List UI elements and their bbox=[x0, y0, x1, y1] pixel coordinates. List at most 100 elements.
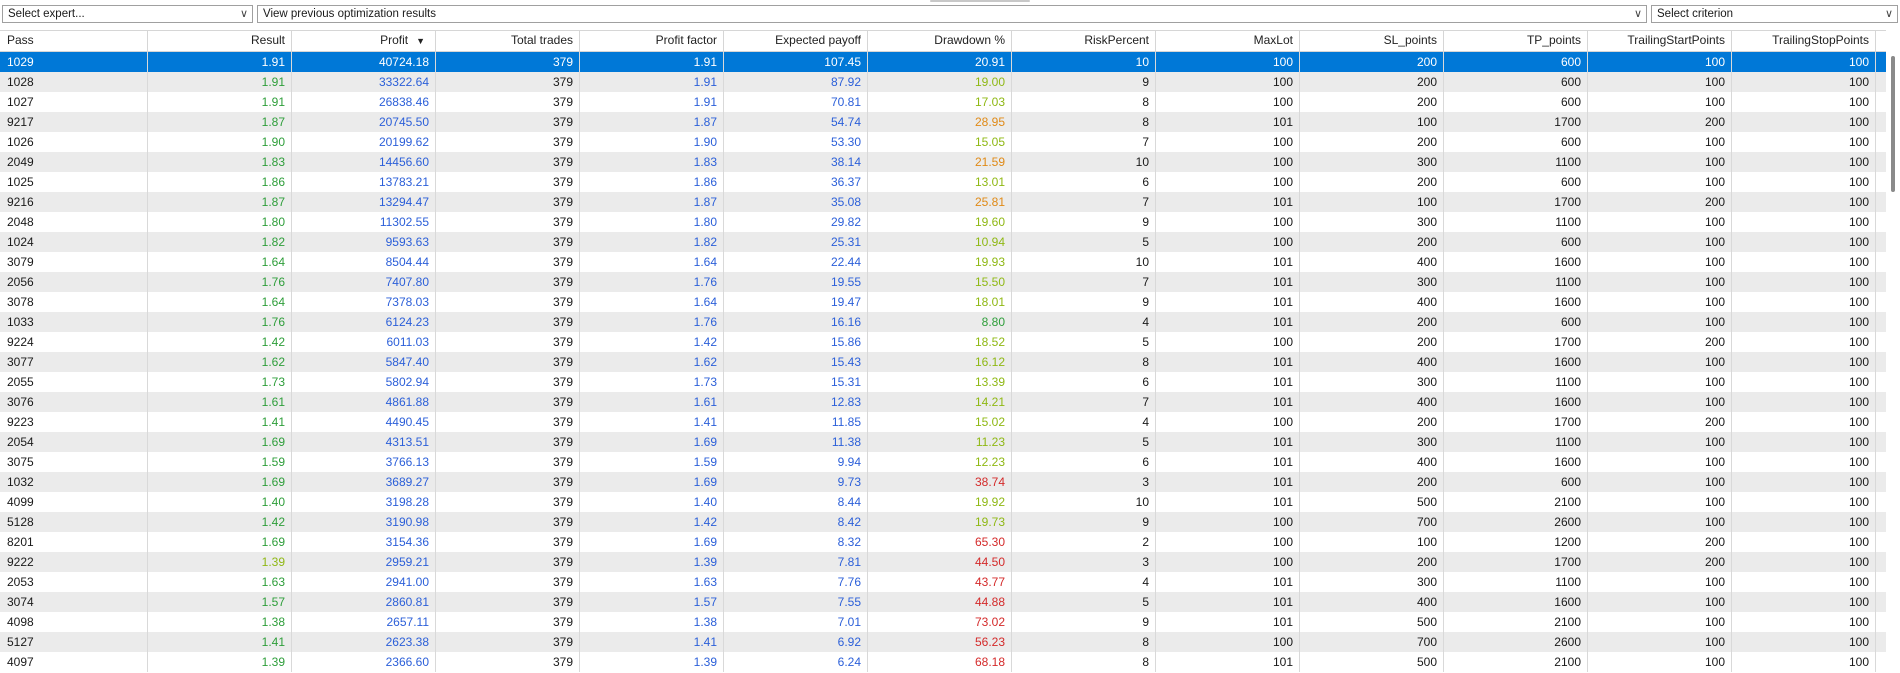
cell-max-lot: 101 bbox=[1156, 612, 1300, 632]
column-header-expected-payoff[interactable]: Expected payoff bbox=[724, 31, 868, 51]
table-row[interactable]: 2053 1.63 2941.00 379 1.63 7.76 43.77 4 101 300 11… bbox=[0, 572, 1886, 592]
table-row[interactable]: 1028 1.91 33322.64 379 1.91 87.92 19.00 9 100 200… bbox=[0, 72, 1886, 92]
column-header-profit-factor[interactable]: Profit factor bbox=[580, 31, 724, 51]
cell-profit-factor: 1.80 bbox=[580, 212, 724, 232]
cell-result: 1.91 bbox=[148, 72, 292, 92]
table-row[interactable]: 1026 1.90 20199.62 379 1.90 53.30 15.05 7 100 200… bbox=[0, 132, 1886, 152]
table-row[interactable]: 1025 1.86 13783.21 379 1.86 36.37 13.01 6 100 200… bbox=[0, 172, 1886, 192]
table-row[interactable]: 2054 1.69 4313.51 379 1.69 11.38 11.23 5 101 300 1… bbox=[0, 432, 1886, 452]
table-row[interactable]: 9224 1.42 6011.03 379 1.42 15.86 18.52 5 100 200 1… bbox=[0, 332, 1886, 352]
table-row[interactable]: 1032 1.69 3689.27 379 1.69 9.73 38.74 3 101 200 60… bbox=[0, 472, 1886, 492]
table-row[interactable]: 1033 1.76 6124.23 379 1.76 16.16 8.80 4 101 200 60… bbox=[0, 312, 1886, 332]
vertical-scrollbar[interactable] bbox=[1889, 51, 1897, 673]
table-row[interactable]: 9223 1.41 4490.45 379 1.41 11.85 15.02 4 100 200 1… bbox=[0, 412, 1886, 432]
column-header-result[interactable]: Result bbox=[148, 31, 292, 51]
cell-risk-percent: 3 bbox=[1012, 472, 1156, 492]
column-header-sl-points[interactable]: SL_points bbox=[1300, 31, 1444, 51]
cell-risk-percent: 9 bbox=[1012, 512, 1156, 532]
table-row[interactable]: 9216 1.87 13294.47 379 1.87 35.08 25.81 7 101 100… bbox=[0, 192, 1886, 212]
cell-max-lot: 100 bbox=[1156, 172, 1300, 192]
table-row[interactable]: 3076 1.61 4861.88 379 1.61 12.83 14.21 7 101 400 1… bbox=[0, 392, 1886, 412]
table-row[interactable]: 2056 1.76 7407.80 379 1.76 19.55 15.50 7 101 300 1… bbox=[0, 272, 1886, 292]
cell-max-lot: 101 bbox=[1156, 252, 1300, 272]
cell-result: 1.42 bbox=[148, 512, 292, 532]
cell-risk-percent: 5 bbox=[1012, 232, 1156, 252]
table-row[interactable]: 3074 1.57 2860.81 379 1.57 7.55 44.88 5 101 400 16… bbox=[0, 592, 1886, 612]
column-header-pass[interactable]: Pass bbox=[0, 31, 148, 51]
cell-trailing-start-points: 100 bbox=[1588, 292, 1732, 312]
cell-pass: 4099 bbox=[0, 492, 148, 512]
cell-pass: 3076 bbox=[0, 392, 148, 412]
cell-risk-percent: 9 bbox=[1012, 72, 1156, 92]
cell-total-trades: 379 bbox=[436, 272, 580, 292]
table-row[interactable]: 4097 1.39 2366.60 379 1.39 6.24 68.18 8 101 500 21… bbox=[0, 652, 1886, 672]
cell-tp-points: 1600 bbox=[1444, 592, 1588, 612]
cell-result: 1.63 bbox=[148, 572, 292, 592]
column-header-profit[interactable]: Profit ▼ bbox=[292, 31, 436, 51]
select-expert-dropdown[interactable]: Select expert... ∨ bbox=[2, 5, 253, 23]
table-row[interactable]: 5127 1.41 2623.38 379 1.41 6.92 56.23 8 100 700 26… bbox=[0, 632, 1886, 652]
table-row[interactable]: 9222 1.39 2959.21 379 1.39 7.81 44.50 3 100 200 17… bbox=[0, 552, 1886, 572]
column-header-drawdown[interactable]: Drawdown % bbox=[868, 31, 1012, 51]
table-row[interactable]: 3079 1.64 8504.44 379 1.64 22.44 19.93 10 101 400… bbox=[0, 252, 1886, 272]
cell-trailing-stop-points: 100 bbox=[1732, 252, 1876, 272]
cell-expected-payoff: 8.32 bbox=[724, 532, 868, 552]
column-header-trailing-stop-points[interactable]: TrailingStopPoints bbox=[1732, 31, 1876, 51]
cell-sl-points: 400 bbox=[1300, 392, 1444, 412]
table-row[interactable]: 5128 1.42 3190.98 379 1.42 8.42 19.73 9 100 700 26… bbox=[0, 512, 1886, 532]
cell-profit: 40724.18 bbox=[292, 52, 436, 72]
cell-risk-percent: 6 bbox=[1012, 452, 1156, 472]
table-row-selected[interactable]: 1029 1.91 40724.18 379 1.91 107.45 20.91 10 100 2… bbox=[0, 52, 1886, 72]
cell-max-lot: 100 bbox=[1156, 232, 1300, 252]
cell-sl-points: 200 bbox=[1300, 552, 1444, 572]
column-header-total-trades[interactable]: Total trades bbox=[436, 31, 580, 51]
table-row[interactable]: 9217 1.87 20745.50 379 1.87 54.74 28.95 8 101 100… bbox=[0, 112, 1886, 132]
select-criterion-dropdown[interactable]: Select criterion ∨ bbox=[1651, 5, 1898, 23]
cell-profit: 6124.23 bbox=[292, 312, 436, 332]
cell-profit: 2623.38 bbox=[292, 632, 436, 652]
column-header-risk-percent[interactable]: RiskPercent bbox=[1012, 31, 1156, 51]
cell-profit: 4490.45 bbox=[292, 412, 436, 432]
cell-total-trades: 379 bbox=[436, 232, 580, 252]
cell-expected-payoff: 36.37 bbox=[724, 172, 868, 192]
column-header-max-lot[interactable]: MaxLot bbox=[1156, 31, 1300, 51]
column-header-trailing-start-points[interactable]: TrailingStartPoints bbox=[1588, 31, 1732, 51]
cell-profit: 33322.64 bbox=[292, 72, 436, 92]
cell-risk-percent: 7 bbox=[1012, 192, 1156, 212]
cell-expected-payoff: 29.82 bbox=[724, 212, 868, 232]
table-row[interactable]: 2055 1.73 5802.94 379 1.73 15.31 13.39 6 101 300 1… bbox=[0, 372, 1886, 392]
cell-sl-points: 300 bbox=[1300, 372, 1444, 392]
cell-sl-points: 300 bbox=[1300, 212, 1444, 232]
cell-trailing-stop-points: 100 bbox=[1732, 332, 1876, 352]
table-row[interactable]: 3078 1.64 7378.03 379 1.64 19.47 18.01 9 101 400 1… bbox=[0, 292, 1886, 312]
table-row[interactable]: 1024 1.82 9593.63 379 1.82 25.31 10.94 5 100 200 6… bbox=[0, 232, 1886, 252]
vertical-scroll-thumb[interactable] bbox=[1891, 56, 1895, 192]
cell-risk-percent: 2 bbox=[1012, 532, 1156, 552]
cell-profit: 5802.94 bbox=[292, 372, 436, 392]
cell-trailing-start-points: 100 bbox=[1588, 652, 1732, 672]
cell-trailing-start-points: 100 bbox=[1588, 72, 1732, 92]
table-row[interactable]: 8201 1.69 3154.36 379 1.69 8.32 65.30 2 100 100 12… bbox=[0, 532, 1886, 552]
table-row[interactable]: 3075 1.59 3766.13 379 1.59 9.94 12.23 6 101 400 16… bbox=[0, 452, 1886, 472]
table-row[interactable]: 4099 1.40 3198.28 379 1.40 8.44 19.92 10 101 500 2… bbox=[0, 492, 1886, 512]
table-row[interactable]: 4098 1.38 2657.11 379 1.38 7.01 73.02 9 101 500 21… bbox=[0, 612, 1886, 632]
cell-result: 1.41 bbox=[148, 412, 292, 432]
cell-total-trades: 379 bbox=[436, 332, 580, 352]
horizontal-scroll-thumb[interactable] bbox=[930, 0, 1030, 2]
cell-sl-points: 300 bbox=[1300, 152, 1444, 172]
table-row[interactable]: 1027 1.91 26838.46 379 1.91 70.81 17.03 8 100 200… bbox=[0, 92, 1886, 112]
cell-tp-points: 2600 bbox=[1444, 632, 1588, 652]
cell-sl-points: 200 bbox=[1300, 332, 1444, 352]
cell-risk-percent: 5 bbox=[1012, 432, 1156, 452]
cell-sl-points: 300 bbox=[1300, 272, 1444, 292]
cell-pass: 3074 bbox=[0, 592, 148, 612]
cell-expected-payoff: 7.01 bbox=[724, 612, 868, 632]
previous-results-dropdown[interactable]: View previous optimization results ∨ bbox=[257, 5, 1647, 23]
table-row[interactable]: 3077 1.62 5847.40 379 1.62 15.43 16.12 8 101 400 1… bbox=[0, 352, 1886, 372]
cell-sl-points: 400 bbox=[1300, 352, 1444, 372]
table-row[interactable]: 2049 1.83 14456.60 379 1.83 38.14 21.59 10 100 30… bbox=[0, 152, 1886, 172]
cell-tp-points: 1600 bbox=[1444, 352, 1588, 372]
column-header-tp-points[interactable]: TP_points bbox=[1444, 31, 1588, 51]
table-row[interactable]: 2048 1.80 11302.55 379 1.80 29.82 19.60 9 100 300… bbox=[0, 212, 1886, 232]
cell-pass: 2049 bbox=[0, 152, 148, 172]
